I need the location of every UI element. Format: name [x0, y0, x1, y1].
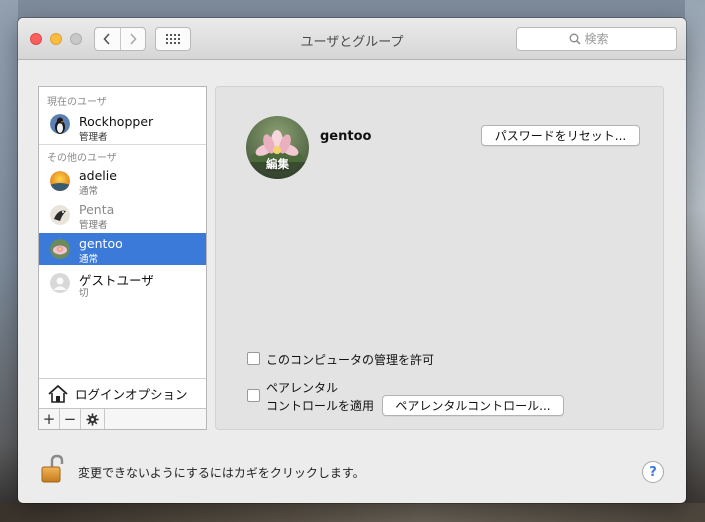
other-users-header: その他のユーザ — [47, 153, 117, 164]
search-input[interactable] — [584, 32, 625, 46]
login-options-label: ログインオプション — [75, 387, 188, 402]
current-users-header: 現在のユーザ — [47, 97, 107, 108]
help-button[interactable]: ? — [642, 461, 664, 483]
navigation-segment — [94, 27, 146, 51]
preferences-window: ユーザとグループ 現在のユーザ Rockhopper 管理者 — [18, 18, 686, 503]
search-field[interactable] — [516, 27, 677, 51]
house-icon — [48, 384, 68, 403]
padlock-open-icon — [41, 454, 64, 483]
user-role: 管理者 — [79, 220, 108, 231]
parental-label-line2: コントロールを適用 — [266, 399, 375, 413]
user-name: gentoo — [79, 236, 123, 251]
allow-admin-label: このコンピュータの管理を許可 — [266, 353, 435, 367]
user-detail-panel: 編集 gentoo パスワードをリセット... このコンピュータの管理を許可 ペ… — [215, 86, 664, 430]
minus-icon: − — [63, 410, 77, 428]
guest-avatar-icon — [50, 273, 70, 293]
login-options-item[interactable]: ログインオプション — [39, 378, 206, 408]
chevron-left-icon — [103, 33, 110, 45]
question-icon: ? — [649, 464, 657, 480]
back-button[interactable] — [95, 28, 120, 50]
parental-controls-button[interactable]: ペアレンタルコントロール... — [382, 395, 564, 416]
plus-icon: + — [42, 410, 56, 428]
desktop-background-right — [685, 0, 705, 522]
user-role: 切 — [79, 288, 89, 299]
user-row-rockhopper[interactable]: Rockhopper 管理者 — [39, 108, 206, 143]
remove-user-button[interactable]: − — [60, 409, 81, 429]
user-role: 通常 — [79, 186, 99, 197]
add-user-button[interactable]: + — [39, 409, 60, 429]
allow-admin-checkbox[interactable] — [247, 352, 260, 365]
parental-label-line1: ペアレンタル — [266, 381, 339, 395]
parental-controls-checkbox[interactable] — [247, 389, 260, 402]
user-name: adelie — [79, 168, 117, 183]
title-bar: ユーザとグループ — [18, 18, 686, 60]
lock-instruction-text: 変更できないようにするにはカギをクリックします。 — [78, 466, 365, 480]
minimize-button[interactable] — [50, 33, 62, 45]
user-name: Penta — [79, 202, 115, 217]
forward-button[interactable] — [119, 28, 146, 50]
zoom-button[interactable] — [70, 33, 82, 45]
magnifier-icon — [569, 33, 581, 45]
list-toolbar: + − — [39, 408, 206, 429]
user-row-guest[interactable]: ゲストユーザ 切 — [39, 267, 206, 299]
avatar — [50, 239, 70, 259]
desktop-background-left — [0, 0, 18, 522]
desktop-background-bottom — [0, 503, 705, 522]
avatar — [50, 171, 70, 191]
gear-icon — [86, 412, 99, 426]
lock-button[interactable] — [40, 454, 64, 487]
selected-user-name: gentoo — [320, 129, 372, 144]
edit-picture-label: 編集 — [266, 157, 289, 171]
user-row-adelie[interactable]: adelie 通常 — [39, 165, 206, 197]
user-picture[interactable]: 編集 — [246, 116, 309, 179]
action-menu-button[interactable] — [81, 409, 105, 429]
user-role: 管理者 — [79, 132, 108, 143]
show-all-button[interactable] — [155, 27, 191, 51]
reset-password-button[interactable]: パスワードをリセット... — [481, 125, 640, 146]
avatar — [50, 114, 70, 134]
divider — [39, 144, 206, 145]
user-row-gentoo[interactable]: gentoo 通常 — [39, 233, 206, 265]
user-role: 通常 — [79, 254, 99, 265]
user-list-sidebar: 現在のユーザ Rockhopper 管理者 その他のユーザ adelie 通常 … — [38, 86, 207, 430]
close-button[interactable] — [30, 33, 42, 45]
user-name: ゲストユーザ — [79, 273, 154, 288]
grid-icon — [166, 34, 180, 44]
avatar — [50, 205, 70, 225]
chevron-right-icon — [130, 33, 137, 45]
user-name: Rockhopper — [79, 114, 154, 129]
user-row-penta[interactable]: Penta 管理者 — [39, 199, 206, 231]
